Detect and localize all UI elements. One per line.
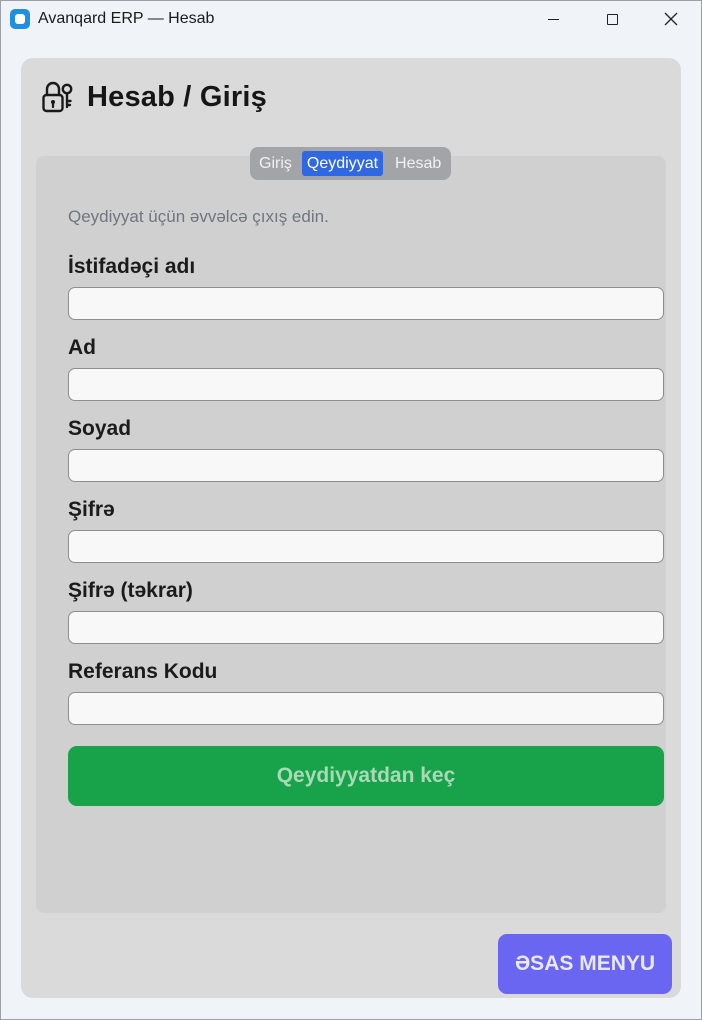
app-icon (10, 9, 30, 29)
last-name-input[interactable] (68, 449, 664, 482)
close-icon (664, 12, 678, 26)
tab-bar: Giriş Qeydiyyat Hesab (250, 147, 451, 180)
register-card: Qeydiyyat üçün əvvəlcə çıxış edin. İstif… (36, 156, 666, 913)
password-label: Şifrə (68, 498, 115, 521)
title-bar: Avanqard ERP — Hesab (0, 0, 702, 38)
account-panel: Hesab / Giriş Qeydiyyat üçün əvvəlcə çıx… (21, 58, 681, 998)
first-name-label: Ad (68, 336, 96, 359)
referral-code-input[interactable] (68, 692, 664, 725)
first-name-input[interactable] (68, 368, 664, 401)
minimize-icon (547, 18, 559, 20)
username-input[interactable] (68, 287, 664, 320)
referral-code-label: Referans Kodu (68, 660, 218, 683)
hint-text: Qeydiyyat üçün əvvəlcə çıxış edin. (68, 207, 329, 226)
window-title: Avanqard ERP — Hesab (38, 10, 215, 27)
lock-user-icon (42, 81, 73, 113)
minimize-button[interactable] (524, 0, 582, 38)
password-repeat-input[interactable] (68, 611, 664, 644)
page-header: Hesab / Giriş (41, 80, 267, 114)
tab-register[interactable]: Qeydiyyat (301, 151, 384, 176)
last-name-label: Soyad (68, 417, 132, 440)
password-repeat-label: Şifrə (təkrar) (68, 579, 193, 602)
tab-login[interactable]: Giriş (255, 151, 296, 176)
maximize-button[interactable] (583, 0, 641, 38)
maximize-icon (606, 13, 618, 25)
close-button[interactable] (642, 0, 700, 38)
username-label: İstifadəçi adı (68, 255, 196, 278)
tab-account[interactable]: Hesab (391, 151, 445, 176)
register-button[interactable]: Qeydiyyatdan keç (68, 746, 664, 806)
page-title: Hesab / Giriş (87, 80, 267, 113)
password-input[interactable] (68, 530, 664, 563)
main-menu-button[interactable]: ƏSAS MENYU (498, 934, 672, 994)
